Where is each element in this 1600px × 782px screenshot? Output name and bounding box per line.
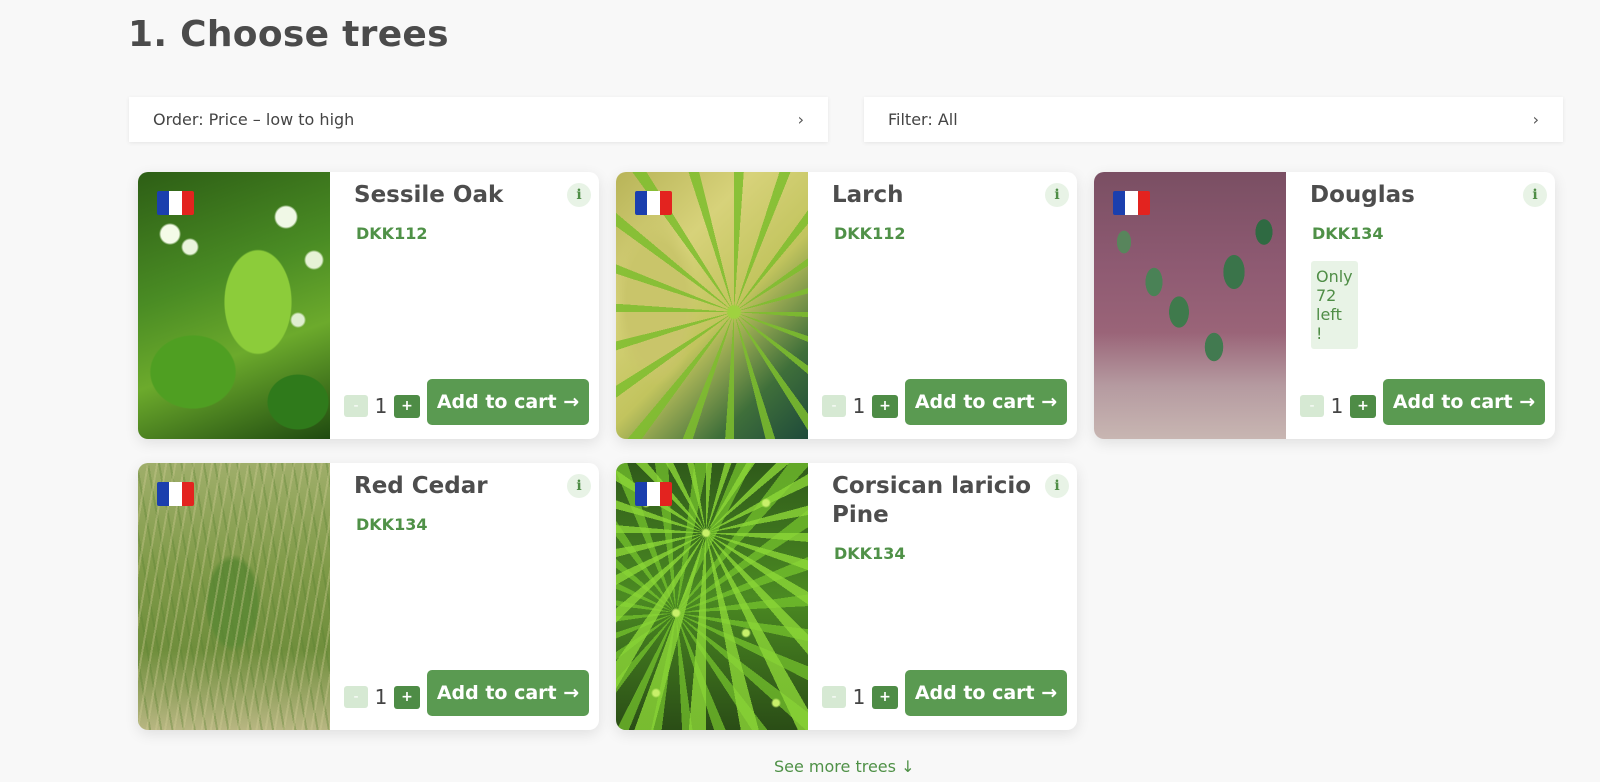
add-to-cart-button[interactable]: Add to cart → <box>905 670 1067 716</box>
product-photo <box>616 172 808 439</box>
chevron-right-icon: › <box>1532 110 1539 129</box>
info-icon[interactable]: i <box>1523 183 1547 207</box>
filter-select[interactable]: Filter: All › <box>864 97 1563 142</box>
quantity-value: 1 <box>1330 394 1344 418</box>
product-card-red-cedar: Red Cedar DKK134 i - 1 + Add to cart → <box>138 463 599 730</box>
product-code: DKK134 <box>356 515 428 534</box>
product-name: Red Cedar <box>354 473 488 499</box>
product-photo <box>616 463 808 730</box>
decrease-button[interactable]: - <box>344 395 368 417</box>
product-name: Douglas <box>1310 182 1415 208</box>
add-to-cart-button[interactable]: Add to cart → <box>427 379 589 425</box>
order-select[interactable]: Order: Price – low to high › <box>129 97 828 142</box>
france-flag-icon <box>157 191 194 215</box>
product-card-larch: Larch DKK112 i - 1 + Add to cart → <box>616 172 1077 439</box>
france-flag-icon <box>1113 191 1150 215</box>
product-code: DKK112 <box>356 224 428 243</box>
quantity-stepper: - 1 + <box>822 685 898 709</box>
info-icon[interactable]: i <box>567 183 591 207</box>
see-more-trees-link[interactable]: See more trees ↓ <box>774 757 914 776</box>
france-flag-icon <box>635 191 672 215</box>
chevron-right-icon: › <box>797 110 804 129</box>
france-flag-icon <box>635 482 672 506</box>
info-icon[interactable]: i <box>1045 183 1069 207</box>
product-photo <box>1094 172 1286 439</box>
quantity-stepper: - 1 + <box>822 394 898 418</box>
france-flag-icon <box>157 482 194 506</box>
quantity-value: 1 <box>374 685 388 709</box>
increase-button[interactable]: + <box>872 394 898 418</box>
quantity-value: 1 <box>852 394 866 418</box>
decrease-button[interactable]: - <box>1300 395 1324 417</box>
product-photo <box>138 463 330 730</box>
product-card-corsican-laricio-pine: Corsican laricio Pine DKK134 i - 1 + Add… <box>616 463 1077 730</box>
decrease-button[interactable]: - <box>344 686 368 708</box>
increase-button[interactable]: + <box>1350 394 1376 418</box>
product-name: Larch <box>832 182 904 208</box>
product-code: DKK112 <box>834 224 906 243</box>
filter-select-label: Filter: All <box>888 110 958 129</box>
product-code: DKK134 <box>834 544 906 563</box>
add-to-cart-button[interactable]: Add to cart → <box>1383 379 1545 425</box>
product-photo <box>138 172 330 439</box>
info-icon[interactable]: i <box>1045 474 1069 498</box>
quantity-stepper: - 1 + <box>344 685 420 709</box>
add-to-cart-button[interactable]: Add to cart → <box>427 670 589 716</box>
increase-button[interactable]: + <box>872 685 898 709</box>
quantity-stepper: - 1 + <box>344 394 420 418</box>
increase-button[interactable]: + <box>394 394 420 418</box>
product-card-sessile-oak: Sessile Oak DKK112 i - 1 + Add to cart → <box>138 172 599 439</box>
order-select-label: Order: Price – low to high <box>153 110 355 129</box>
add-to-cart-button[interactable]: Add to cart → <box>905 379 1067 425</box>
product-name: Corsican laricio Pine <box>832 473 1032 528</box>
increase-button[interactable]: + <box>394 685 420 709</box>
stock-badge: Only 72 left ! <box>1311 261 1358 349</box>
product-card-douglas: Douglas DKK134 Only 72 left ! i - 1 + Ad… <box>1094 172 1555 439</box>
info-icon[interactable]: i <box>567 474 591 498</box>
quantity-stepper: - 1 + <box>1300 394 1376 418</box>
page-title: 1. Choose trees <box>128 14 449 55</box>
decrease-button[interactable]: - <box>822 686 846 708</box>
product-code: DKK134 <box>1312 224 1384 243</box>
product-name: Sessile Oak <box>354 182 504 208</box>
quantity-value: 1 <box>852 685 866 709</box>
decrease-button[interactable]: - <box>822 395 846 417</box>
quantity-value: 1 <box>374 394 388 418</box>
